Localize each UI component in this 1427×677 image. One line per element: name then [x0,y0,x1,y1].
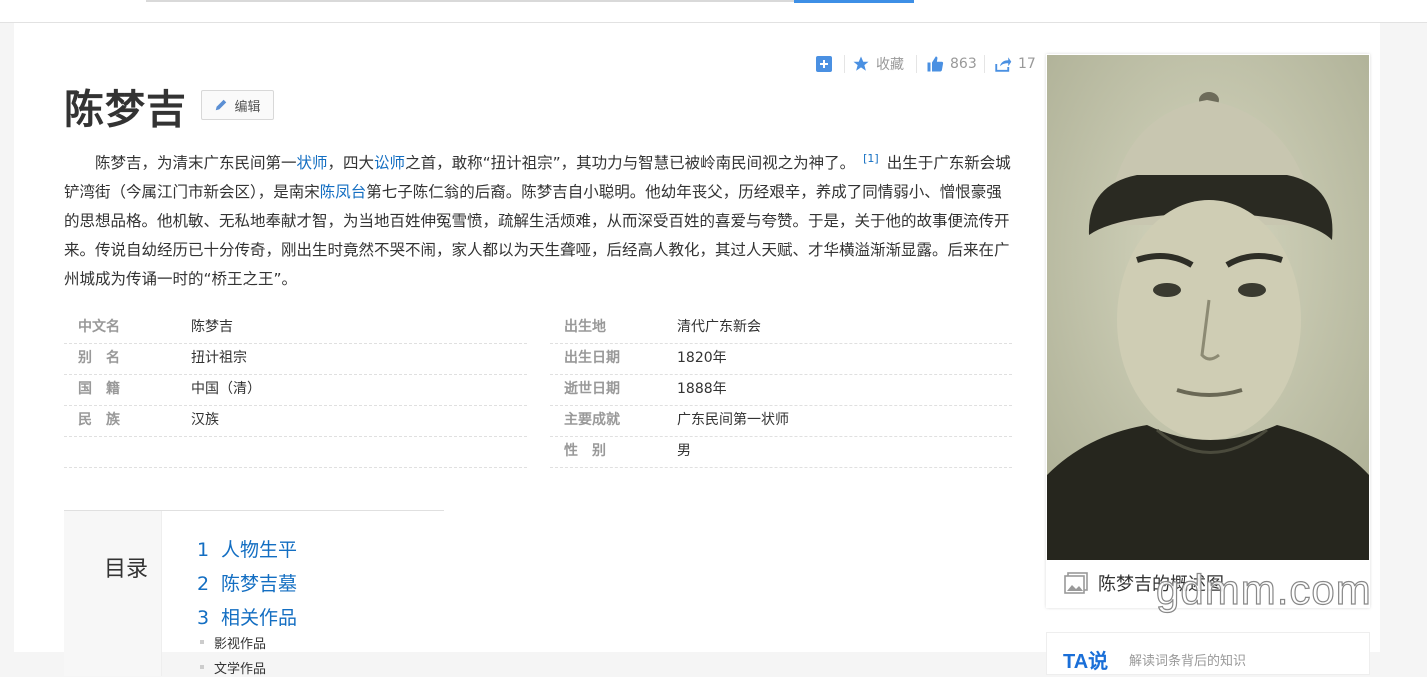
intro-text: 陈梦吉，为清末广东民间第一 [95,154,297,173]
info-row-empty [64,436,527,468]
catalog-item-label: 陈梦吉墓 [221,573,298,595]
info-value: 男 [677,443,691,459]
info-row: 民 族 汉族 [64,405,527,437]
star-icon [853,56,869,71]
info-value: 清代广东新会 [677,319,761,335]
edit-label: 编辑 [234,99,261,115]
basic-info-table: 中文名 陈梦吉 出生地 清代广东新会 别 名 扭计祖宗 出生日期 1820年 国 籍 中国… [64,312,1012,468]
catalog-item-label: 人物生平 [221,539,298,561]
catalog-item-number: 3 [197,607,210,629]
info-name: 别 名 [78,350,120,366]
intro-paragraph: 陈梦吉，为清末广东民间第一状师，四大讼师之首，敢称“扭计祖宗”，其功力与智慧已被… [64,144,1012,294]
catalog-item[interactable]: 2 陈梦吉墓 [197,569,297,596]
catalog-item-label: 相关作品 [221,607,298,629]
ta-shuo-description: 解读词条背后的知识 [1129,654,1247,669]
ta-shuo-logo: TA说 [1063,651,1109,673]
catalog-title: 目录 [104,557,149,582]
info-row: 中文名 陈梦吉 [64,312,527,344]
watermark: gdmm.com [1155,565,1372,613]
portrait-illustration [1047,55,1369,560]
info-row: 性 别男 [550,436,1012,468]
catalog-sidebar: 目录 [64,511,162,676]
info-name: 性 别 [564,443,606,459]
top-search-bar [0,0,1427,23]
info-value: 扭计祖宗 [191,350,247,366]
catalog-subitem[interactable]: 影视作品 [199,633,266,652]
info-value: 1888年 [677,381,727,397]
catalog-item[interactable]: 1 人物生平 [197,535,297,562]
favorite-button[interactable]: 收藏 [852,53,904,75]
info-value: 陈梦吉 [191,319,233,335]
intro-text: ，四大 [327,154,375,173]
intro-text: 之首，敢称“扭计祖宗”，其功力与智慧已被岭南民间视之为神了。 [405,154,856,173]
info-value: 中国（清） [191,381,261,397]
info-row: 出生日期 1820年 [550,343,1012,375]
info-row: 别 名 扭计祖宗 [64,343,527,375]
link-zhuangshi[interactable]: 状师 [297,154,328,172]
ta-shuo-panel[interactable]: TA说 解读词条背后的知识 [1046,632,1370,675]
share-button[interactable]: 17 [994,53,1036,75]
toolbar-divider [984,55,985,73]
info-name: 主要成就 [564,412,620,428]
info-name: 中文名 [78,319,120,335]
gallery-icon [1064,572,1088,594]
info-value: 1820年 [677,350,727,366]
info-name: 民 族 [78,412,120,428]
info-name: 国 籍 [78,381,120,397]
info-value: 汉族 [191,412,219,428]
page-title: 陈梦吉 [64,87,187,133]
catalog-item[interactable]: 3 相关作品 [197,603,297,630]
catalog-item-number: 2 [197,573,210,595]
favorite-label: 收藏 [876,57,904,73]
search-button[interactable] [794,0,914,3]
thumbs-up-icon [927,56,944,72]
info-value: 广东民间第一状师 [677,412,789,428]
add-button[interactable] [816,53,832,75]
info-row: 出生地 清代广东新会 [550,312,1012,344]
info-row: 逝世日期 1888年 [550,374,1012,406]
search-input[interactable] [146,0,794,2]
toolbar-divider [844,55,845,73]
catalog-subitem[interactable]: 文学作品 [199,658,266,677]
info-name: 出生地 [564,319,606,335]
like-count: 863 [950,56,977,72]
link-chenfengtai[interactable]: 陈凤台 [320,183,367,201]
info-name: 逝世日期 [564,381,620,397]
summary-album[interactable]: 陈梦吉的概述图 [1046,54,1370,608]
link-songshi[interactable]: 讼师 [374,154,405,172]
toolbar-divider [916,55,917,73]
info-row: 主要成就 广东民间第一状师 [550,405,1012,437]
info-row: 国 籍 中国（清） [64,374,527,406]
plus-square-icon [816,56,832,72]
portrait-photo[interactable] [1047,55,1369,560]
pencil-icon [216,99,227,111]
edit-button[interactable]: 编辑 [201,90,274,120]
table-of-contents: 目录 1 人物生平 2 陈梦吉墓 3 相关作品 影视作品 文学作品 [64,510,444,677]
reference-marker[interactable]: [1] [863,152,879,165]
like-button[interactable]: 863 [926,53,977,75]
share-count: 17 [1018,56,1036,72]
info-name: 出生日期 [564,350,620,366]
share-icon [995,57,1012,72]
catalog-item-number: 1 [197,539,210,561]
main-content: 收藏 863 17 陈梦吉 编辑 陈梦吉，为清末广东民间第一状师，四大讼师之首，… [14,23,1380,677]
